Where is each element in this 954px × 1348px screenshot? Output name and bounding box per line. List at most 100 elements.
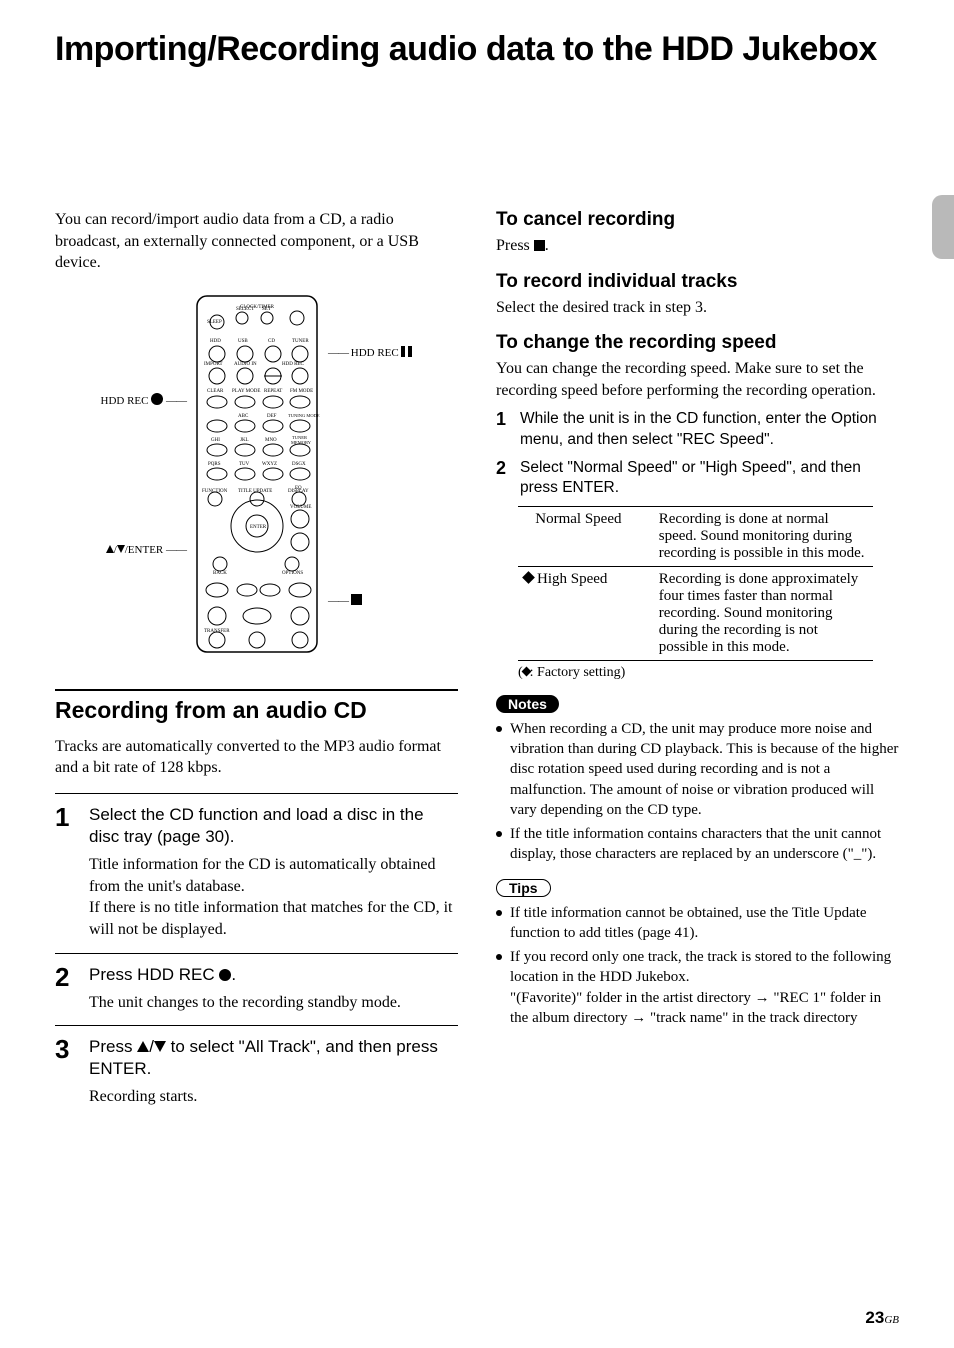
left-column: You can record/import audio data from a …	[55, 209, 458, 1120]
list-item: If the title information contains charac…	[496, 824, 899, 865]
svg-text:MNO: MNO	[265, 438, 277, 443]
speed-label-cell: High Speed	[518, 566, 653, 660]
page-title: Importing/Recording audio data to the HD…	[55, 30, 899, 69]
svg-text:TUV: TUV	[239, 462, 250, 467]
intro-text: You can record/import audio data from a …	[55, 209, 458, 274]
step-description: Recording starts.	[89, 1086, 458, 1108]
step-2: 2 Press HDD REC . The unit changes to th…	[55, 953, 458, 1026]
svg-text:TITLE UPDATE: TITLE UPDATE	[238, 489, 272, 494]
svg-text:ABC: ABC	[238, 414, 249, 419]
step-heading: Press / to select "All Track", and then …	[89, 1036, 458, 1080]
svg-text:HDD REC: HDD REC	[282, 362, 304, 367]
record-icon	[219, 969, 231, 981]
up-arrow-icon	[137, 1041, 149, 1052]
label-hdd-rec-right: —— HDD REC	[328, 346, 412, 359]
tips-block: Tips If title information cannot be obta…	[496, 879, 899, 1029]
svg-text:VOLUME: VOLUME	[290, 505, 311, 510]
svg-text:CD: CD	[268, 339, 275, 344]
cancel-recording-block: To cancel recording Press .	[496, 209, 899, 257]
svg-text:WXYZ: WXYZ	[262, 462, 277, 467]
speed-desc-cell: Recording is done approximately four tim…	[653, 566, 873, 660]
svg-text:PQRS: PQRS	[208, 462, 221, 467]
svg-text:DSGX: DSGX	[292, 462, 306, 467]
step-heading: Select the CD function and load a disc i…	[89, 804, 458, 848]
svg-text:GHI: GHI	[211, 438, 220, 443]
list-item: When recording a CD, the unit may produc…	[496, 719, 899, 820]
down-arrow-icon	[117, 545, 125, 553]
notes-list: When recording a CD, the unit may produc…	[496, 719, 899, 865]
factory-setting-note: (: Factory setting)	[518, 665, 899, 681]
svg-text:PLAY MODE: PLAY MODE	[232, 389, 260, 394]
step-number: 3	[55, 1036, 89, 1108]
table-row: High Speed Recording is done approximate…	[518, 566, 873, 660]
mini-step-2: 2 Select "Normal Speed" or "High Speed",…	[496, 458, 899, 498]
svg-text:TRANSFER: TRANSFER	[204, 629, 230, 634]
individual-tracks-block: To record individual tracks Select the d…	[496, 271, 899, 319]
section-lead: Tracks are automatically converted to th…	[55, 736, 458, 779]
pause-icon	[401, 346, 412, 357]
section-rule	[55, 689, 458, 691]
svg-text:TUNING MODE: TUNING MODE	[288, 413, 320, 418]
page-number: 23GB	[865, 1308, 899, 1328]
label-hdd-rec-left: HDD REC ——	[101, 382, 186, 422]
svg-text:BACK: BACK	[213, 571, 227, 576]
svg-text:CLEAR: CLEAR	[207, 389, 224, 394]
up-arrow-icon	[106, 545, 114, 553]
svg-text:USB: USB	[238, 339, 248, 344]
sub-heading: To change the recording speed	[496, 332, 899, 354]
step-3: 3 Press / to select "All Track", and the…	[55, 1025, 458, 1120]
svg-text:SET: SET	[262, 307, 271, 312]
stop-icon	[351, 594, 362, 605]
step-number: 2	[55, 964, 89, 1014]
sub-heading: To cancel recording	[496, 209, 899, 231]
speed-table: Normal Speed Recording is done at normal…	[518, 506, 873, 661]
remote-illustration: CLOCK/TIMER SLEEP SELECT SET HDDUSBCDTUN…	[192, 294, 322, 659]
svg-text:SELECT: SELECT	[236, 307, 254, 312]
list-item: If you record only one track, the track …	[496, 947, 899, 1028]
sub-heading: To record individual tracks	[496, 271, 899, 293]
sub-body: Press .	[496, 235, 899, 257]
step-number: 1	[55, 804, 89, 941]
svg-text:DISPLAY: DISPLAY	[288, 489, 309, 494]
svg-text:FM MODE: FM MODE	[290, 389, 313, 394]
tips-badge: Tips	[496, 879, 551, 897]
remote-figure: HDD REC —— //ENTER ——	[55, 294, 458, 659]
svg-text:OPTIONS: OPTIONS	[282, 571, 303, 576]
svg-text:HDD: HDD	[210, 339, 221, 344]
section-heading: Recording from an audio CD	[55, 697, 458, 724]
down-arrow-icon	[154, 1041, 166, 1052]
step-heading: Press HDD REC .	[89, 964, 458, 986]
svg-text:IMPORT: IMPORT	[204, 362, 223, 367]
svg-text:FUNCTION: FUNCTION	[202, 489, 228, 494]
svg-text:MEMORY: MEMORY	[291, 440, 312, 445]
svg-text:ENTER: ENTER	[250, 525, 267, 530]
table-row: Normal Speed Recording is done at normal…	[518, 506, 873, 566]
speed-label-cell: Normal Speed	[518, 506, 653, 566]
thumb-tab	[932, 195, 954, 259]
sub-body: Select the desired track in step 3.	[496, 297, 899, 319]
svg-text:SLEEP: SLEEP	[207, 320, 222, 325]
svg-text:REPEAT: REPEAT	[264, 389, 282, 394]
mini-step-1: 1 While the unit is in the CD function, …	[496, 409, 899, 449]
main-steps: 1 Select the CD function and load a disc…	[55, 793, 458, 1120]
stop-icon	[534, 240, 545, 251]
notes-block: Notes When recording a CD, the unit may …	[496, 695, 899, 865]
svg-text:DEF: DEF	[267, 414, 277, 419]
speed-desc-cell: Recording is done at normal speed. Sound…	[653, 506, 873, 566]
label-enter: //ENTER ——	[101, 531, 186, 571]
step-description: The unit changes to the recording standb…	[89, 992, 458, 1014]
content-columns: You can record/import audio data from a …	[55, 209, 899, 1120]
step-description: Title information for the CD is automati…	[89, 854, 458, 940]
right-column: To cancel recording Press . To record in…	[496, 209, 899, 1120]
svg-text:TUNER: TUNER	[292, 339, 309, 344]
recording-speed-block: To change the recording speed You can ch…	[496, 332, 899, 681]
label-stop: ——	[328, 594, 412, 607]
record-icon	[151, 393, 163, 405]
list-item: If title information cannot be obtained,…	[496, 903, 899, 944]
notes-badge: Notes	[496, 695, 559, 713]
sub-body: You can change the recording speed. Make…	[496, 358, 899, 401]
svg-text:AUDIO IN: AUDIO IN	[234, 362, 257, 367]
step-1: 1 Select the CD function and load a disc…	[55, 793, 458, 953]
diamond-icon	[522, 571, 535, 584]
tips-list: If title information cannot be obtained,…	[496, 903, 899, 1029]
